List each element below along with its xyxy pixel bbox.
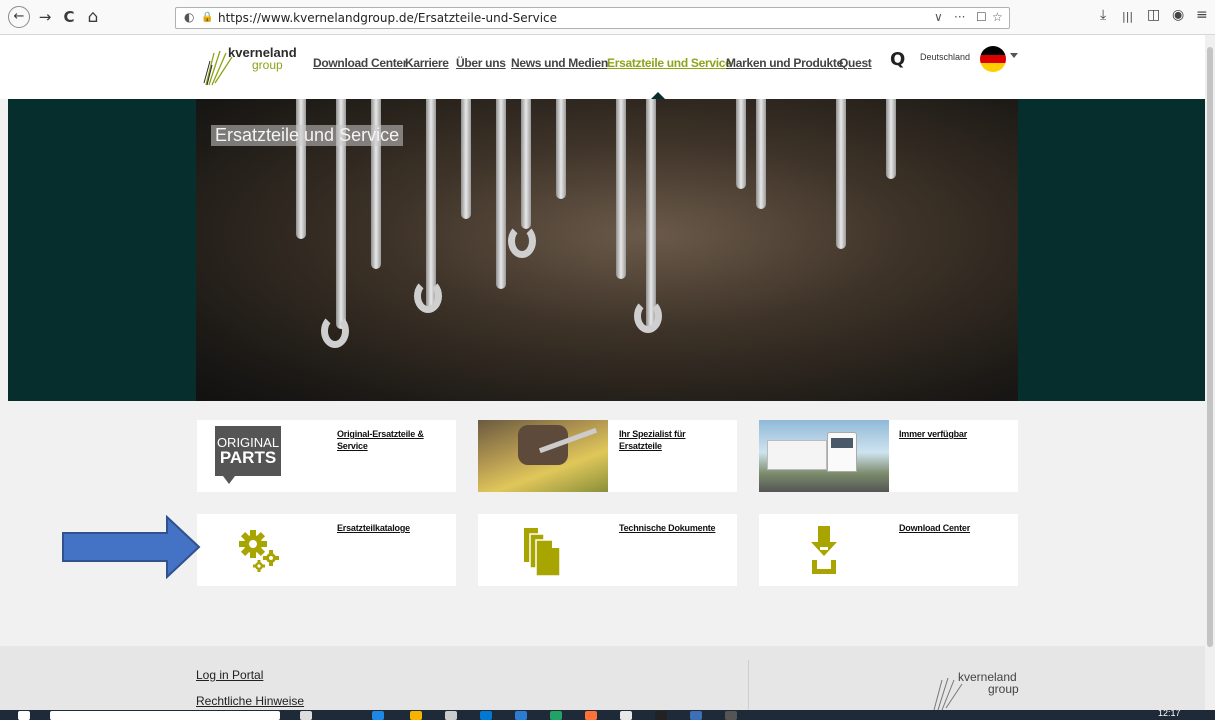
- bookmark-star-icon[interactable]: ☆: [992, 10, 1003, 24]
- tile-image-truck: [759, 420, 889, 492]
- url-bar[interactable]: ◐ 🔒 https://www.kvernelandgroup.de/Ersat…: [175, 7, 1010, 29]
- mail-icon[interactable]: [480, 711, 492, 720]
- folder-icon[interactable]: [410, 711, 422, 720]
- account-icon[interactable]: ◉: [1172, 7, 1184, 23]
- app-icon[interactable]: [690, 711, 702, 720]
- tile-link-ersatzteilkataloge[interactable]: Ersatzteilkataloge: [337, 522, 447, 534]
- app-icon[interactable]: [725, 711, 737, 720]
- firefox-icon[interactable]: [585, 711, 597, 720]
- nav-news-und-medien[interactable]: News und Medien: [511, 56, 608, 70]
- shield-icon[interactable]: ◐: [184, 10, 194, 24]
- original-parts-badge: ORIGINAL PARTS: [215, 426, 281, 484]
- footer-link-login-portal[interactable]: Log in Portal: [196, 668, 263, 682]
- germany-flag-icon[interactable]: [980, 46, 1006, 72]
- lock-icon[interactable]: 🔒: [201, 12, 213, 23]
- pocket-icon[interactable]: ☐: [976, 10, 987, 24]
- sidebar-icon[interactable]: ◫: [1147, 7, 1160, 23]
- url-text[interactable]: https://www.kvernelandgroup.de/Ersatztei…: [218, 11, 557, 25]
- taskbar-clock[interactable]: 12:17: [1158, 710, 1181, 718]
- chrome-icon[interactable]: [620, 711, 632, 720]
- tile-image-mechanic: [478, 420, 608, 492]
- chevron-down-icon[interactable]: [1010, 53, 1018, 58]
- edge-icon[interactable]: [372, 711, 384, 720]
- chevron-down-icon[interactable]: ∨: [934, 10, 943, 24]
- gears-icon: [239, 530, 279, 572]
- home-icon[interactable]: ⌂: [82, 6, 104, 28]
- download-icon[interactable]: ⤓: [1100, 7, 1106, 23]
- nav-ersatzteile-und-service[interactable]: Ersatzteile und Service: [607, 56, 732, 70]
- tile-original-parts[interactable]: ORIGINAL PARTS Original-Ersatzteile & Se…: [197, 420, 456, 492]
- tile-link-original-ersatzteile[interactable]: Original-Ersatzteile & Service: [337, 428, 447, 452]
- download-arrow-icon: [811, 526, 837, 574]
- footer-divider: [748, 660, 749, 710]
- tile-link-download-center[interactable]: Download Center: [899, 522, 1009, 534]
- nav-download-center[interactable]: Download Center: [313, 56, 407, 70]
- country-selector-label[interactable]: Deutschland: [920, 52, 970, 62]
- site-footer: Log in Portal Rechtliche Hinweise kverne…: [0, 646, 1205, 710]
- nav-marken-und-produkte[interactable]: Marken und Produkte: [726, 56, 843, 70]
- tile-spezialist[interactable]: Ihr Spezialist für Ersatzteile: [478, 420, 737, 492]
- hero-title: Ersatzteile und Service: [211, 125, 404, 146]
- hero-banner: Ersatzteile und Service: [8, 99, 1205, 401]
- footer-link-rechtliche-hinweise[interactable]: Rechtliche Hinweise: [196, 694, 304, 708]
- more-icon[interactable]: ···: [954, 10, 965, 24]
- reload-icon[interactable]: C: [58, 6, 80, 28]
- library-icon[interactable]: |||: [1122, 10, 1133, 23]
- nav-quest[interactable]: Quest: [839, 56, 872, 70]
- word-icon[interactable]: [515, 711, 527, 720]
- back-icon[interactable]: ←: [8, 6, 30, 28]
- terminal-icon[interactable]: [655, 711, 667, 720]
- scrollbar-thumb[interactable]: [1207, 47, 1213, 647]
- windows-start-icon[interactable]: [18, 711, 30, 720]
- footer-logo[interactable]: kverneland group: [930, 666, 1030, 710]
- os-taskbar: 12:17: [0, 710, 1215, 720]
- footer-logo-text-bottom: group: [988, 682, 1019, 696]
- store-icon[interactable]: [445, 711, 457, 720]
- annotation-arrow-icon: [62, 515, 201, 579]
- tile-link-technische-dokumente[interactable]: Technische Dokumente: [619, 522, 729, 534]
- search-icon[interactable]: Q: [890, 49, 905, 70]
- browser-toolbar: ← → C ⌂ ◐ 🔒 https://www.kvernelandgroup.…: [0, 0, 1215, 35]
- tile-download-center[interactable]: Download Center: [759, 514, 1018, 586]
- nav-ueber-uns[interactable]: Über uns: [456, 56, 506, 70]
- tile-ersatzteilkataloge[interactable]: Ersatzteilkataloge: [197, 514, 456, 586]
- tile-link-spezialist[interactable]: Ihr Spezialist für Ersatzteile: [619, 428, 729, 452]
- taskbar-search-input[interactable]: [50, 711, 280, 720]
- tile-technische-dokumente[interactable]: Technische Dokumente: [478, 514, 737, 586]
- excel-icon[interactable]: [550, 711, 562, 720]
- page-scrollbar[interactable]: [1205, 35, 1215, 710]
- logo-text-bottom: group: [252, 58, 283, 72]
- documents-icon: [524, 528, 561, 577]
- tile-link-immer-verfuegbar[interactable]: Immer verfügbar: [899, 428, 1009, 440]
- site-header: kverneland group Download Center Karrier…: [0, 35, 1205, 100]
- nav-karriere[interactable]: Karriere: [405, 56, 449, 70]
- taskview-icon[interactable]: [300, 711, 312, 720]
- tile-immer-verfuegbar[interactable]: Immer verfügbar: [759, 420, 1018, 492]
- forward-icon[interactable]: →: [34, 6, 56, 28]
- kverneland-logo[interactable]: kverneland group: [200, 45, 297, 87]
- badge-text-bottom: PARTS: [219, 448, 277, 467]
- hamburger-menu-icon[interactable]: ≡: [1196, 7, 1208, 23]
